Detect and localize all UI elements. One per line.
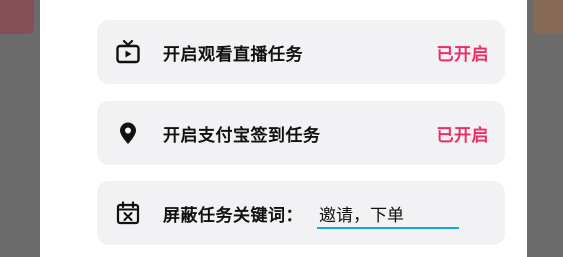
block-keywords-label: 屏蔽任务关键词： [163, 205, 303, 226]
task-settings-dialog: 开启观看直播任务 已开启 开启支付宝签到任务 已开启 屏蔽任务关键词： [40, 0, 527, 257]
live-watch-task-status[interactable]: 已开启 [437, 40, 490, 65]
alipay-signin-task-status[interactable]: 已开启 [437, 121, 490, 146]
background-right [527, 0, 563, 257]
live-watch-task-label: 开启观看直播任务 [163, 44, 303, 65]
block-keywords-row: 屏蔽任务关键词： [97, 181, 505, 245]
alipay-signin-task-row[interactable]: 开启支付宝签到任务 已开启 [97, 101, 505, 165]
location-pin-icon [115, 120, 141, 146]
background-left [0, 0, 40, 257]
block-keywords-input[interactable] [317, 199, 459, 229]
tv-icon [115, 39, 141, 65]
alipay-signin-task-label: 开启支付宝签到任务 [163, 125, 321, 146]
background-left-thumbnail [0, 0, 34, 34]
live-watch-task-row[interactable]: 开启观看直播任务 已开启 [97, 20, 505, 84]
background-right-thumbnail [533, 0, 563, 34]
calendar-x-icon [115, 200, 141, 226]
